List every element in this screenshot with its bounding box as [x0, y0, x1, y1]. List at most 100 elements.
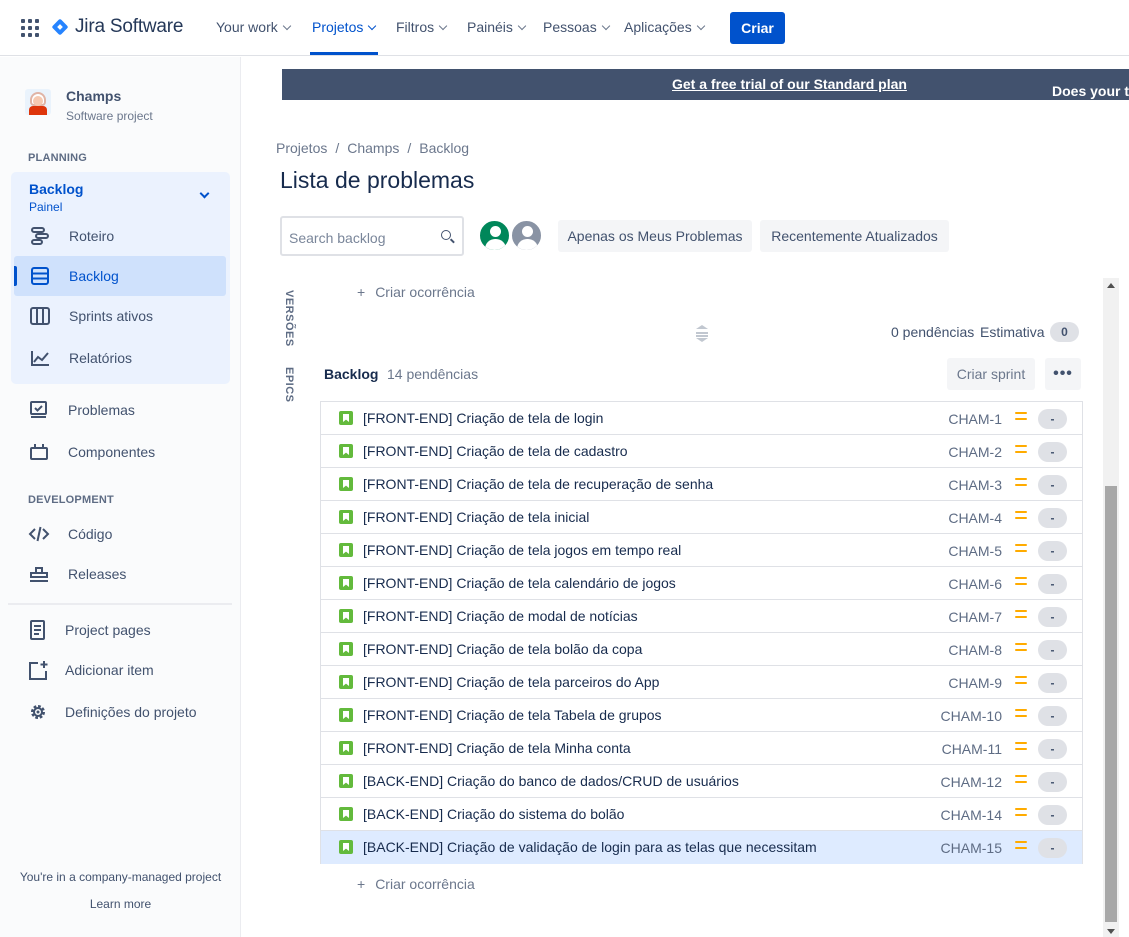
table-row[interactable]: [FRONT-END] Criação de tela bolão da cop…	[321, 633, 1082, 666]
issue-summary[interactable]: [FRONT-END] Criação de modal de notícias	[363, 608, 638, 624]
issue-key[interactable]: CHAM-2	[948, 444, 1002, 460]
versions-tab[interactable]: VERSÕES	[283, 290, 295, 347]
sidebar-item-relatorios[interactable]: Relatórios	[14, 338, 226, 378]
issue-key[interactable]: CHAM-11	[942, 741, 1002, 757]
sidebar-item-roteiro[interactable]: Roteiro	[14, 216, 226, 256]
issue-key[interactable]: CHAM-10	[941, 708, 1002, 724]
issue-key[interactable]: CHAM-5	[948, 543, 1002, 559]
table-row[interactable]: [FRONT-END] Criação de tela de login CHAM…	[321, 402, 1082, 435]
table-row[interactable]: [BACK-END] Criação do sistema do bolão CH…	[321, 798, 1082, 831]
estimate-badge[interactable]: -	[1038, 838, 1067, 858]
estimate-badge[interactable]: -	[1038, 541, 1067, 561]
banner-link[interactable]: Get a free trial of our Standard plan	[672, 76, 907, 92]
more-actions-button[interactable]: •••	[1045, 358, 1081, 390]
table-row[interactable]: [BACK-END] Criação do banco de dados/CRU…	[321, 765, 1082, 798]
table-row[interactable]: [FRONT-END] Criação de tela Minha conta C…	[321, 732, 1082, 765]
project-avatar[interactable]	[25, 89, 51, 115]
estimate-badge[interactable]: -	[1038, 805, 1067, 825]
scroll-up-arrow-icon[interactable]	[1107, 283, 1115, 288]
scroll-down-arrow-icon[interactable]	[1107, 929, 1115, 934]
issue-key[interactable]: CHAM-14	[941, 807, 1002, 823]
project-name[interactable]: Champs	[66, 88, 121, 104]
estimate-badge[interactable]: -	[1038, 772, 1067, 792]
create-button[interactable]: Criar	[730, 12, 785, 44]
issue-summary[interactable]: [FRONT-END] Criação de tela Tabela de gr…	[363, 707, 662, 723]
issue-summary[interactable]: [FRONT-END] Criação de tela de cadastro	[363, 443, 628, 459]
sidebar-item-backlog[interactable]: Backlog	[14, 256, 226, 296]
issue-key[interactable]: CHAM-12	[941, 774, 1002, 790]
learn-more-link[interactable]: Learn more	[0, 897, 241, 911]
issue-summary[interactable]: [FRONT-END] Criação de tela Minha conta	[363, 740, 631, 756]
issue-key[interactable]: CHAM-7	[948, 609, 1002, 625]
drag-handle-icon[interactable]	[695, 325, 709, 342]
estimate-badge[interactable]: -	[1038, 673, 1067, 693]
sidebar-item-componentes[interactable]: Componentes	[14, 432, 226, 472]
sidebar-item-problemas[interactable]: Problemas	[14, 390, 226, 430]
breadcrumb-backlog[interactable]: Backlog	[419, 140, 469, 156]
issue-summary[interactable]: [BACK-END] Criação do sistema do bolão	[363, 806, 624, 822]
issue-key[interactable]: CHAM-8	[948, 642, 1002, 658]
nav-aplicacoes[interactable]: Aplicações	[624, 19, 705, 35]
estimate-badge[interactable]: -	[1038, 706, 1067, 726]
table-row[interactable]: [FRONT-END] Criação de tela de recuperaç…	[321, 468, 1082, 501]
search-input[interactable]: Search backlog	[280, 216, 464, 256]
estimate-badge[interactable]: -	[1038, 607, 1067, 627]
issue-summary[interactable]: [BACK-END] Criação de validação de login…	[363, 839, 817, 855]
sidebar-item-definicoes[interactable]: Definições do projeto	[14, 692, 226, 732]
only-my-issues-filter[interactable]: Apenas os Meus Problemas	[558, 220, 752, 252]
app-switcher-icon[interactable]	[21, 19, 39, 37]
issue-key[interactable]: CHAM-9	[948, 675, 1002, 691]
issue-summary[interactable]: [FRONT-END] Criação de tela bolão da cop…	[363, 641, 642, 657]
estimate-badge[interactable]: -	[1038, 508, 1067, 528]
issue-summary[interactable]: [FRONT-END] Criação de tela parceiros do…	[363, 674, 659, 690]
estimate-badge[interactable]: -	[1038, 739, 1067, 759]
scrollbar-thumb[interactable]	[1105, 486, 1117, 922]
nav-filtros[interactable]: Filtros	[396, 19, 448, 35]
issue-key[interactable]: CHAM-15	[941, 840, 1002, 856]
table-row[interactable]: [FRONT-END] Criação de tela inicial CHAM-…	[321, 501, 1082, 534]
issue-summary[interactable]: [FRONT-END] Criação de tela de recuperaç…	[363, 476, 713, 492]
sidebar-item-adicionar-item[interactable]: Adicionar item	[14, 650, 226, 690]
estimate-badge[interactable]: -	[1038, 574, 1067, 594]
estimate-badge[interactable]: -	[1038, 640, 1067, 660]
breadcrumb-champs[interactable]: Champs	[347, 140, 399, 156]
table-row[interactable]: [FRONT-END] Criação de modal de notícias…	[321, 600, 1082, 633]
estimate-badge[interactable]: -	[1038, 475, 1067, 495]
issue-summary[interactable]: [FRONT-END] Criação de tela calendário d…	[363, 575, 676, 591]
issue-key[interactable]: CHAM-3	[948, 477, 1002, 493]
sidebar-item-codigo[interactable]: Código	[14, 514, 226, 554]
jira-logo[interactable]: Jira Software	[51, 16, 183, 38]
issue-key[interactable]: CHAM-4	[948, 510, 1002, 526]
table-row[interactable]: [BACK-END] Criação de validação de login…	[321, 831, 1082, 864]
sidebar-item-releases[interactable]: Releases	[14, 554, 226, 594]
sidebar-item-project-pages[interactable]: Project pages	[14, 610, 226, 650]
issue-summary[interactable]: [FRONT-END] Criação de tela de login	[363, 410, 603, 426]
table-row[interactable]: [FRONT-END] Criação de tela parceiros do…	[321, 666, 1082, 699]
create-sprint-button[interactable]: Criar sprint	[947, 358, 1035, 390]
issue-key[interactable]: CHAM-1	[948, 411, 1002, 427]
table-row[interactable]: [FRONT-END] Criação de tela jogos em tem…	[321, 534, 1082, 567]
nav-projetos[interactable]: Projetos	[312, 19, 377, 35]
issue-key[interactable]: CHAM-6	[948, 576, 1002, 592]
nav-pessoas[interactable]: Pessoas	[543, 19, 610, 35]
table-row[interactable]: [FRONT-END] Criação de tela de cadastro C…	[321, 435, 1082, 468]
unassigned-avatar-filter[interactable]	[510, 219, 543, 252]
sidebar-item-sprints-ativos[interactable]: Sprints ativos	[14, 296, 226, 336]
board-switcher-title[interactable]: Backlog	[29, 181, 83, 197]
issue-summary[interactable]: [FRONT-END] Criação de tela inicial	[363, 509, 589, 525]
table-row[interactable]: [FRONT-END] Criação de tela calendário d…	[321, 567, 1082, 600]
estimate-badge[interactable]: -	[1038, 442, 1067, 462]
recently-updated-filter[interactable]: Recentemente Atualizados	[760, 220, 949, 252]
epics-tab[interactable]: EPICS	[283, 367, 295, 403]
scrollbar[interactable]	[1103, 278, 1119, 937]
table-row[interactable]: [FRONT-END] Criação de tela Tabela de gr…	[321, 699, 1082, 732]
issue-summary[interactable]: [FRONT-END] Criação de tela jogos em tem…	[363, 542, 681, 558]
user-avatar-filter[interactable]	[478, 219, 511, 252]
estimate-badge[interactable]: -	[1038, 409, 1067, 429]
nav-paineis[interactable]: Painéis	[467, 19, 527, 35]
issue-summary[interactable]: [BACK-END] Criação do banco de dados/CRU…	[363, 773, 739, 789]
nav-your-work[interactable]: Your work	[216, 19, 291, 35]
backlog-create-issue[interactable]: + Criar ocorrência	[357, 876, 475, 892]
sprint-create-issue[interactable]: + Criar ocorrência	[357, 284, 475, 300]
breadcrumb-projetos[interactable]: Projetos	[276, 140, 327, 156]
